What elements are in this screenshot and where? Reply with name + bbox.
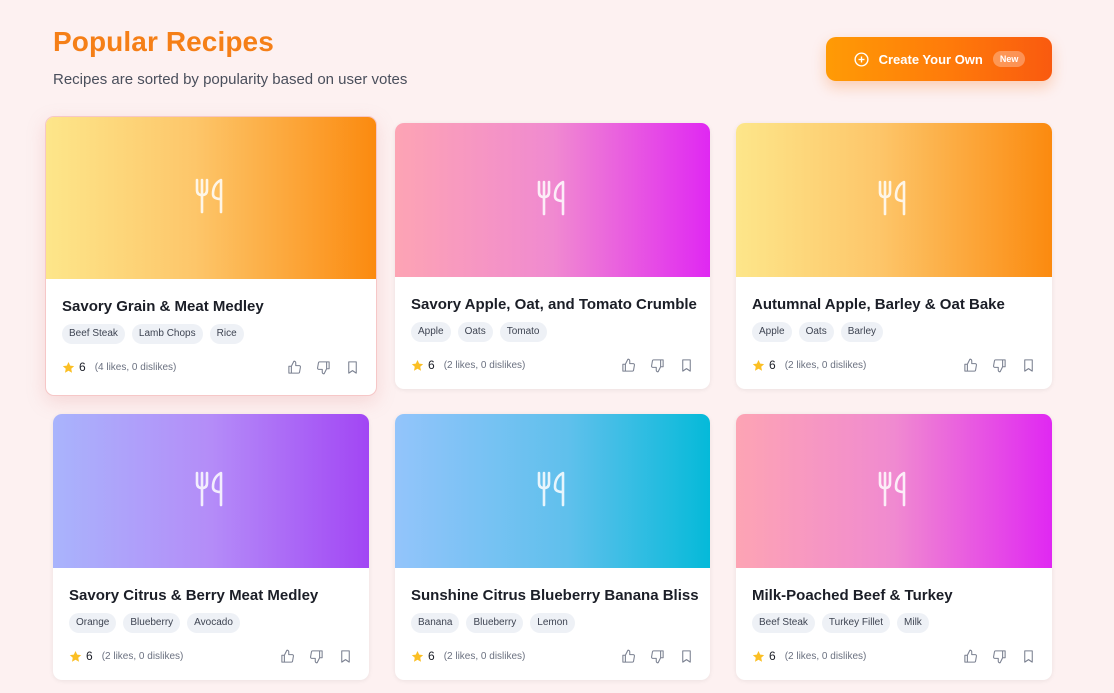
recipe-image <box>395 414 710 568</box>
ingredient-tag: Rice <box>209 324 244 344</box>
page-title: Popular Recipes <box>53 26 274 57</box>
ingredient-tag: Apple <box>752 322 792 342</box>
bookmark-icon[interactable] <box>679 358 694 373</box>
thumbs-down-icon[interactable] <box>992 649 1007 664</box>
ingredient-tag: Milk <box>897 613 929 633</box>
bookmark-icon[interactable] <box>1021 649 1036 664</box>
bookmark-icon[interactable] <box>1021 358 1036 373</box>
ingredient-tag: Barley <box>840 322 884 342</box>
recipe-card[interactable]: Savory Apple, Oat, and Tomato Crumble Ap… <box>395 123 710 389</box>
thumbs-up-icon[interactable] <box>621 649 636 664</box>
ingredient-tag: Beef Steak <box>752 613 815 633</box>
recipe-image <box>736 414 1052 568</box>
popularity-score: 6 <box>769 358 776 372</box>
recipe-title[interactable]: Savory Apple, Oat, and Tomato Crumble <box>411 296 697 313</box>
ingredient-tag: Turkey Fillet <box>821 613 891 633</box>
ingredient-tag: Beef Steak <box>62 324 125 344</box>
ingredient-tag: Blueberry <box>123 613 181 633</box>
recipe-card[interactable]: Savory Grain & Meat Medley Beef Steak La… <box>45 116 377 396</box>
recipe-card[interactable]: Milk-Poached Beef & Turkey Beef Steak Tu… <box>736 414 1052 680</box>
new-badge: New <box>992 51 1026 67</box>
star-icon <box>62 361 75 374</box>
recipe-image <box>395 123 710 277</box>
recipe-image <box>53 414 369 568</box>
popularity-score: 6 <box>428 358 435 372</box>
thumbs-down-icon[interactable] <box>650 358 665 373</box>
ingredient-tag: Oats <box>457 322 493 342</box>
utensils-icon <box>193 176 229 221</box>
star-icon <box>752 650 765 663</box>
recipe-card[interactable]: Sunshine Citrus Blueberry Banana Bliss B… <box>395 414 710 680</box>
recipe-title[interactable]: Savory Grain & Meat Medley <box>62 298 360 315</box>
thumbs-down-icon[interactable] <box>316 360 331 375</box>
popularity-score: 6 <box>428 649 435 663</box>
recipe-card[interactable]: Autumnal Apple, Barley & Oat Bake Apple … <box>736 123 1052 389</box>
star-icon <box>69 650 82 663</box>
create-your-own-button[interactable]: Create Your Own New <box>826 37 1052 81</box>
popularity-score: 6 <box>79 360 86 374</box>
ingredient-tag: Orange <box>69 613 117 633</box>
bookmark-icon[interactable] <box>338 649 353 664</box>
utensils-icon <box>193 469 229 514</box>
utensils-icon <box>876 178 912 223</box>
utensils-icon <box>535 178 571 223</box>
utensils-icon <box>535 469 571 514</box>
thumbs-down-icon[interactable] <box>309 649 324 664</box>
recipe-card[interactable]: Savory Citrus & Berry Meat Medley Orange… <box>53 414 369 680</box>
vote-counts: (2 likes, 0 dislikes) <box>101 650 184 662</box>
ingredient-tag: Banana <box>411 613 460 633</box>
recipe-title[interactable]: Sunshine Citrus Blueberry Banana Bliss <box>411 587 699 604</box>
ingredient-tag: Avocado <box>187 613 240 633</box>
recipe-image <box>736 123 1052 277</box>
ingredient-tag: Lamb Chops <box>131 324 203 344</box>
bookmark-icon[interactable] <box>679 649 694 664</box>
thumbs-up-icon[interactable] <box>287 360 302 375</box>
recipe-title[interactable]: Savory Citrus & Berry Meat Medley <box>69 587 353 604</box>
vote-counts: (2 likes, 0 dislikes) <box>443 359 526 371</box>
star-icon <box>411 650 424 663</box>
star-icon <box>752 359 765 372</box>
vote-counts: (2 likes, 0 dislikes) <box>784 359 867 371</box>
ingredient-tag: Apple <box>411 322 451 342</box>
popularity-score: 6 <box>86 649 93 663</box>
ingredient-tag: Lemon <box>530 613 575 633</box>
recipe-title[interactable]: Milk-Poached Beef & Turkey <box>752 587 1036 604</box>
create-button-label: Create Your Own <box>878 51 983 67</box>
star-icon <box>411 359 424 372</box>
thumbs-up-icon[interactable] <box>963 649 978 664</box>
utensils-icon <box>876 469 912 514</box>
thumbs-up-icon[interactable] <box>621 358 636 373</box>
bookmark-icon[interactable] <box>345 360 360 375</box>
thumbs-up-icon[interactable] <box>963 358 978 373</box>
thumbs-down-icon[interactable] <box>650 649 665 664</box>
recipe-title[interactable]: Autumnal Apple, Barley & Oat Bake <box>752 296 1036 313</box>
thumbs-up-icon[interactable] <box>280 649 295 664</box>
ingredient-tag: Oats <box>798 322 834 342</box>
plus-circle-icon <box>853 51 870 68</box>
ingredient-tag: Blueberry <box>466 613 524 633</box>
ingredient-tag: Tomato <box>499 322 547 342</box>
vote-counts: (4 likes, 0 dislikes) <box>94 361 177 373</box>
vote-counts: (2 likes, 0 dislikes) <box>784 650 867 662</box>
vote-counts: (2 likes, 0 dislikes) <box>443 650 526 662</box>
thumbs-down-icon[interactable] <box>992 358 1007 373</box>
recipe-image <box>46 117 376 279</box>
page-subtitle: Recipes are sorted by popularity based o… <box>53 71 408 88</box>
popularity-score: 6 <box>769 649 776 663</box>
